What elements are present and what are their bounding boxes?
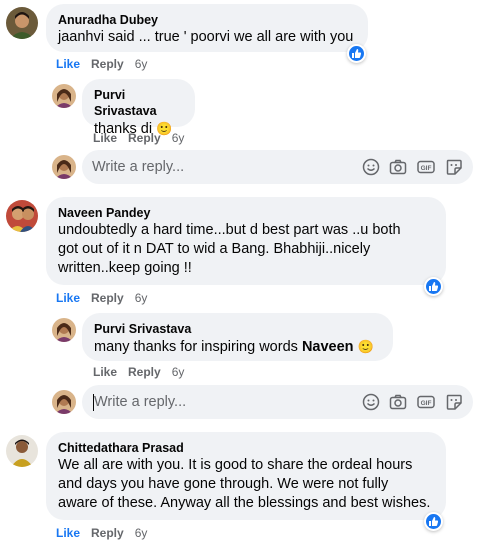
- thumbs-up-icon: [429, 517, 439, 526]
- comment-bubble: Chittedathara Prasad We all are with you…: [46, 432, 446, 520]
- comment-text-line: undoubtedly a hard time...but d best par…: [58, 222, 401, 238]
- reply-button[interactable]: Reply: [128, 365, 161, 379]
- svg-text:GIF: GIF: [421, 165, 432, 172]
- reply-bubble: Purvi Srivastava many thanks for inspiri…: [82, 313, 393, 361]
- timestamp[interactable]: 6y: [172, 365, 185, 379]
- like-button[interactable]: Like: [93, 365, 117, 379]
- emoji-icon[interactable]: [362, 158, 380, 176]
- avatar-anuradha-dubey[interactable]: [6, 7, 38, 39]
- reply-button[interactable]: Reply: [91, 526, 124, 540]
- avatar-purvi-srivastava[interactable]: [52, 84, 76, 108]
- emoji-icon[interactable]: [362, 393, 380, 411]
- avatar-purvi-srivastava[interactable]: [52, 318, 76, 342]
- comment-author[interactable]: Anuradha Dubey: [58, 12, 356, 28]
- comment-actions: Like Reply 6y: [56, 290, 158, 306]
- reply-actions: Like Reply 6y: [93, 364, 195, 380]
- like-reaction-badge[interactable]: [424, 277, 443, 296]
- comment-text-line: We all are with you. It is good to share…: [58, 457, 413, 473]
- like-reaction-badge[interactable]: [424, 512, 443, 531]
- camera-icon[interactable]: [389, 158, 407, 176]
- thumbs-up-icon: [352, 49, 362, 58]
- timestamp[interactable]: 6y: [172, 131, 185, 145]
- like-button[interactable]: Like: [56, 526, 80, 540]
- reply-text: many thanks for inspiring words Naveen 🙂: [94, 339, 374, 355]
- reply-input[interactable]: [92, 150, 332, 184]
- svg-text:GIF: GIF: [421, 400, 432, 407]
- reply-button[interactable]: Reply: [128, 131, 161, 145]
- like-button[interactable]: Like: [56, 57, 80, 71]
- current-user-avatar[interactable]: [52, 155, 76, 179]
- like-button[interactable]: Like: [56, 291, 80, 305]
- camera-icon[interactable]: [389, 393, 407, 411]
- avatar-chittedathara-prasad[interactable]: [6, 435, 38, 467]
- smiley-emoji: 🙂: [357, 339, 374, 354]
- comment-text-line: written..keep going !!: [58, 260, 192, 276]
- reply-actions: Like Reply 6y: [93, 130, 195, 146]
- reply-input-box[interactable]: GIF: [82, 385, 473, 419]
- thumbs-up-icon: [429, 282, 439, 291]
- timestamp[interactable]: 6y: [135, 291, 148, 305]
- reply-input-box[interactable]: GIF: [82, 150, 473, 184]
- reply-button[interactable]: Reply: [91, 291, 124, 305]
- comment-author[interactable]: Naveen Pandey: [58, 205, 434, 221]
- current-user-avatar[interactable]: [52, 390, 76, 414]
- comment-text: jaanhvi said ... true ' poorvi we all ar…: [58, 29, 354, 45]
- sticker-icon[interactable]: [445, 158, 463, 176]
- like-button[interactable]: Like: [93, 131, 117, 145]
- reply-button[interactable]: Reply: [91, 57, 124, 71]
- sticker-icon[interactable]: [445, 393, 463, 411]
- comment-author[interactable]: Chittedathara Prasad: [58, 440, 434, 456]
- gif-icon[interactable]: GIF: [417, 158, 435, 176]
- like-reaction-badge[interactable]: [347, 44, 366, 63]
- reply-input[interactable]: [94, 385, 334, 419]
- reply-author[interactable]: Purvi Srivastava: [94, 87, 183, 119]
- comment-actions: Like Reply 6y: [56, 56, 158, 72]
- gif-icon[interactable]: GIF: [417, 393, 435, 411]
- reply-bubble: Purvi Srivastava thanks di 🙂: [82, 79, 195, 137]
- avatar-naveen-pandey[interactable]: [6, 200, 38, 232]
- comment-text-line: got out of it n DAT to wid a Bang. Bhabh…: [58, 241, 371, 257]
- timestamp[interactable]: 6y: [135, 526, 148, 540]
- mention-link[interactable]: Naveen: [302, 339, 354, 355]
- timestamp[interactable]: 6y: [135, 57, 148, 71]
- comment-bubble: Anuradha Dubey jaanhvi said ... true ' p…: [46, 4, 368, 52]
- comment-bubble: Naveen Pandey undoubtedly a hard time...…: [46, 197, 446, 285]
- comment-text-line: and days you have gone through. We were …: [58, 476, 389, 492]
- reply-author[interactable]: Purvi Srivastava: [94, 321, 381, 337]
- comment-text-line: aware of these. Anyway all the blessings…: [58, 495, 431, 511]
